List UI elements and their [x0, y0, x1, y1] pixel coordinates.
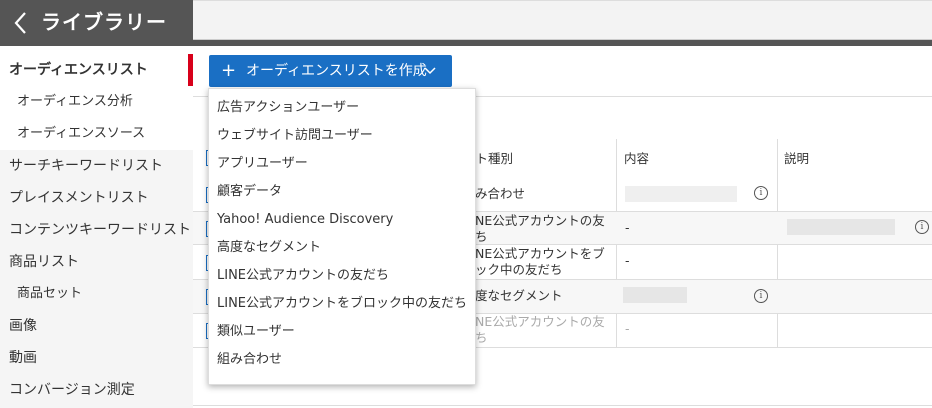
sidebar-item-search-keyword-list[interactable]: サーチキーワードリスト [0, 150, 193, 182]
menu-item-website-visitors[interactable]: ウェブサイト訪問ユーザー [217, 124, 373, 148]
info-icon[interactable]: i [754, 289, 768, 303]
table-header-row [193, 0, 932, 40]
sidebar-item-content-keyword-list[interactable]: コンテンツキーワードリスト [0, 214, 193, 246]
sidebar-item-label: コンバージョン測定 [9, 382, 135, 398]
menu-item-advanced-segment[interactable]: 高度なセグメント [217, 236, 321, 260]
create-audience-list-button[interactable]: + オーディエンスリストを作成 [209, 55, 452, 87]
sidebar-item-audience-source[interactable]: オーディエンスソース [0, 118, 193, 150]
sidebar-item-audience-analysis[interactable]: オーディエンス分析 [0, 86, 193, 118]
row-list-type: NE公式アカウントの友 ち [475, 314, 605, 345]
back-arrow-icon[interactable] [10, 9, 32, 37]
menu-item-similar-users[interactable]: 類似ユーザー [217, 320, 295, 344]
sidebar-item-videos[interactable]: 動画 [0, 342, 193, 374]
sidebar-item-label: プレイスメントリスト [9, 190, 149, 206]
row-content: - [625, 220, 630, 235]
sidebar: オーディエンスリスト オーディエンス分析 オーディエンスソース サーチキーワード… [0, 54, 193, 408]
sidebar-item-label: コンテンツキーワードリスト [9, 222, 191, 238]
create-button-label: オーディエンスリストを作成 [246, 63, 427, 79]
menu-item-combination[interactable]: 組み合わせ [217, 348, 282, 372]
column-header-description: 説明 [784, 151, 810, 166]
sidebar-item-audience-list[interactable]: オーディエンスリスト [0, 54, 193, 86]
create-list-dropdown-menu: 広告アクションユーザー ウェブサイト訪問ユーザー アプリユーザー 顧客データ Y… [208, 88, 476, 385]
divider [193, 405, 932, 406]
active-indicator [188, 54, 193, 86]
menu-item-line-friends[interactable]: LINE公式アカウントの友だち [217, 264, 389, 288]
redacted-content [623, 287, 687, 303]
sidebar-item-product-list[interactable]: 商品リスト [0, 246, 193, 278]
info-icon[interactable]: i [915, 220, 929, 234]
sidebar-item-label: オーディエンスソース [17, 126, 146, 141]
sidebar-item-label: 動画 [9, 350, 37, 366]
row-list-type: み合わせ [475, 186, 526, 201]
menu-item-customer-data[interactable]: 顧客データ [217, 180, 282, 204]
redacted-content [625, 186, 737, 202]
row-list-type: NE公式アカウントをブ ック中の友だち [475, 246, 605, 277]
sidebar-item-label: オーディエンスリスト [9, 62, 148, 78]
sidebar-item-placement-list[interactable]: プレイスメントリスト [0, 182, 193, 214]
plus-icon: + [221, 60, 237, 81]
sidebar-item-label: 商品セット [17, 286, 83, 301]
sidebar-item-images[interactable]: 画像 [0, 310, 193, 342]
page-title: ライブラリー [41, 10, 167, 34]
sidebar-item-label: オーディエンス分析 [17, 94, 133, 109]
sidebar-item-label: 商品リスト [9, 254, 79, 270]
sidebar-item-label: 画像 [9, 318, 37, 334]
row-content: - [625, 253, 630, 268]
menu-item-app-users[interactable]: アプリユーザー [217, 152, 308, 176]
sidebar-item-product-set[interactable]: 商品セット [0, 278, 193, 310]
info-icon[interactable]: i [754, 186, 768, 200]
sidebar-item-conversion-measurement[interactable]: コンバージョン測定 [0, 374, 193, 406]
menu-item-yahoo-audience-discovery[interactable]: Yahoo! Audience Discovery [217, 208, 393, 232]
row-list-type: NE公式アカウントの友 ち [475, 213, 605, 244]
sidebar-item-label: サーチキーワードリスト [9, 158, 163, 174]
redacted-description [787, 219, 895, 235]
menu-item-ad-action-users[interactable]: 広告アクションユーザー [217, 96, 359, 120]
row-content: - [625, 321, 630, 336]
column-header-content: 内容 [624, 151, 650, 166]
menu-item-line-blocked-friends[interactable]: LINE公式アカウントをブロック中の友だち [217, 292, 467, 316]
row-list-type: 度なセグメント [475, 288, 563, 303]
